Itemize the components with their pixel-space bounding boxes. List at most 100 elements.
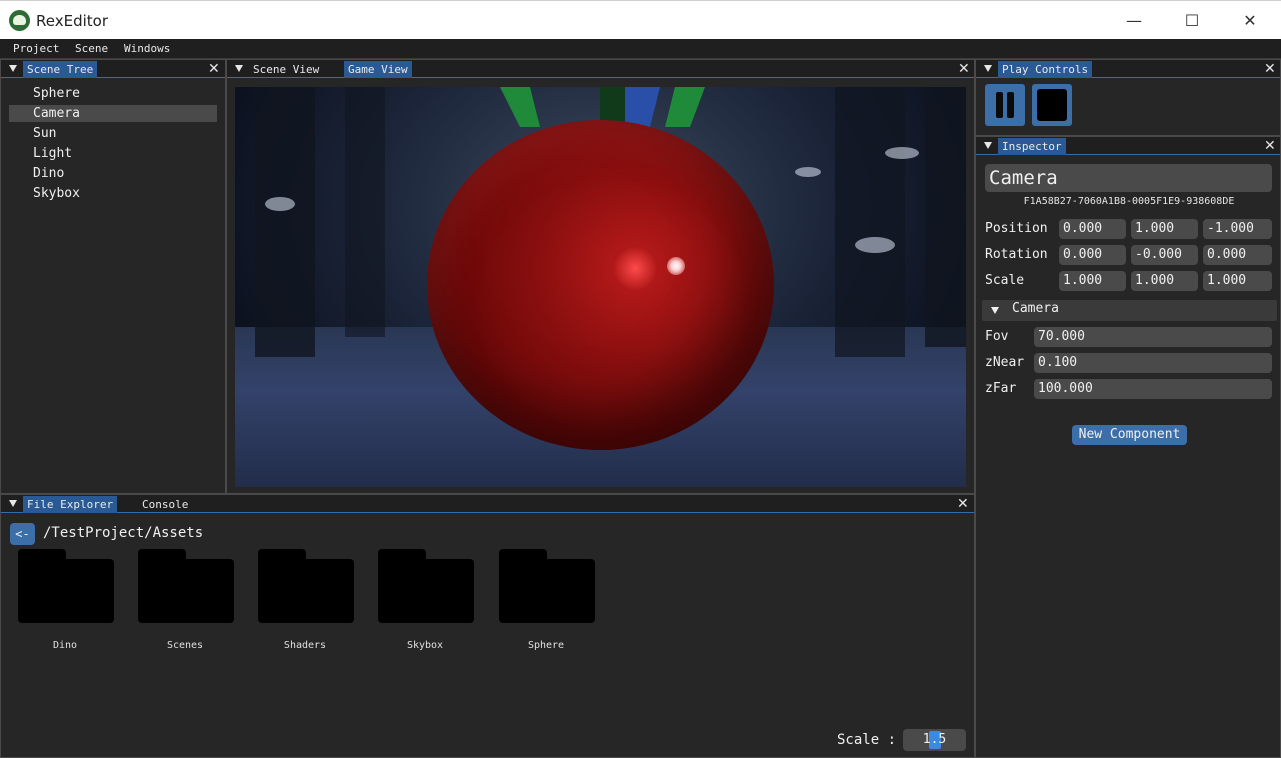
maximize-button[interactable]: ☐ — [1163, 1, 1221, 40]
snow-clump — [795, 167, 821, 177]
folder-scenes[interactable] — [138, 549, 234, 625]
snow-clump — [855, 237, 895, 253]
camera-component-header[interactable]: Camera — [982, 300, 1277, 321]
tab-file-explorer[interactable]: File Explorer — [23, 496, 118, 513]
menu-windows[interactable]: Windows — [124, 42, 170, 55]
folder-skybox[interactable] — [378, 549, 474, 625]
folder-label: Dino — [52, 640, 78, 651]
collapse-triangle-icon[interactable] — [984, 65, 992, 72]
play-controls-header: Play Controls ✕ — [976, 60, 1280, 78]
red-sphere — [427, 120, 774, 450]
rotation-x-field[interactable]: 0.000 — [1059, 245, 1126, 265]
folder-icon — [18, 559, 114, 623]
folder-icon — [499, 559, 595, 623]
expand-triangle-icon — [991, 307, 999, 314]
close-icon[interactable]: ✕ — [958, 60, 970, 78]
new-component-button[interactable]: New Component — [1072, 425, 1187, 445]
folder-label: Scenes — [166, 640, 204, 651]
position-z-field[interactable]: -1.000 — [1203, 219, 1272, 239]
folder-dino[interactable] — [18, 549, 114, 625]
close-button[interactable]: ✕ — [1221, 1, 1279, 40]
scene-tree-panel: Scene Tree ✕ Sphere Camera Sun Light Din… — [0, 59, 226, 494]
scale-x-field[interactable]: 1.000 — [1059, 271, 1126, 291]
scale-value: 1.5 — [922, 732, 947, 747]
current-path: /TestProject/Assets — [43, 525, 204, 541]
znear-field[interactable]: 0.100 — [1034, 353, 1272, 373]
game-view-canvas[interactable] — [235, 87, 966, 487]
position-x-field[interactable]: 0.000 — [1059, 219, 1126, 239]
zfar-field[interactable]: 100.000 — [1034, 379, 1272, 399]
scale-z-field[interactable]: 1.000 — [1203, 271, 1272, 291]
specular-highlight — [667, 257, 685, 275]
folder-icon — [378, 559, 474, 623]
inspector-panel: Inspector ✕ Camera F1A58B27-7060A1B8-000… — [975, 136, 1281, 758]
pause-icon — [996, 92, 1003, 118]
tree-silhouette — [345, 87, 385, 337]
object-uuid: F1A58B27-7060A1B8-0005F1E9-938608DE — [1023, 196, 1235, 207]
tree-item-skybox[interactable]: Skybox — [9, 185, 217, 202]
folder-label: Sphere — [527, 640, 565, 651]
tree-item-dino[interactable]: Dino — [9, 165, 217, 182]
scene-tree-header: Scene Tree ✕ — [1, 60, 225, 78]
minimize-button[interactable]: — — [1105, 1, 1163, 40]
folder-label: Skybox — [406, 640, 444, 651]
position-label: Position — [985, 221, 1048, 236]
tree-item-light[interactable]: Light — [9, 145, 217, 162]
play-controls-panel: Play Controls ✕ — [975, 59, 1281, 136]
close-icon[interactable]: ✕ — [208, 60, 220, 78]
scale-slider[interactable]: 1.5 — [903, 729, 966, 751]
tab-inspector[interactable]: Inspector — [998, 138, 1066, 155]
menu-bar: Project Scene Windows — [0, 39, 1281, 59]
zfar-label: zFar — [985, 381, 1017, 396]
close-icon[interactable]: ✕ — [1264, 60, 1276, 78]
tree-silhouette — [835, 87, 905, 357]
position-y-field[interactable]: 1.000 — [1131, 219, 1198, 239]
collapse-triangle-icon[interactable] — [9, 65, 17, 72]
folder-shaders[interactable] — [258, 549, 354, 625]
fov-field[interactable]: 70.000 — [1034, 327, 1272, 347]
window-title: RexEditor — [36, 12, 108, 30]
scale-y-field[interactable]: 1.000 — [1131, 271, 1198, 291]
stop-button[interactable] — [1032, 84, 1072, 126]
menu-scene[interactable]: Scene — [75, 42, 108, 55]
tab-console[interactable]: Console — [138, 496, 192, 513]
folder-sphere[interactable] — [499, 549, 595, 625]
rotation-z-field[interactable]: 0.000 — [1203, 245, 1272, 265]
close-icon[interactable]: ✕ — [1264, 137, 1276, 155]
collapse-triangle-icon[interactable] — [235, 65, 243, 72]
rotation-y-field[interactable]: -0.000 — [1131, 245, 1198, 265]
folder-label: Shaders — [283, 640, 327, 651]
app-logo-icon — [9, 10, 30, 31]
inspector-header: Inspector ✕ — [976, 137, 1280, 155]
tab-game-view[interactable]: Game View — [344, 61, 412, 78]
component-title: Camera — [1012, 301, 1059, 316]
folder-icon — [138, 559, 234, 623]
tree-silhouette — [925, 87, 966, 347]
viewport-panel: Scene View Game View ✕ — [226, 59, 975, 494]
tree-item-sphere[interactable]: Sphere — [9, 85, 217, 102]
rotation-label: Rotation — [985, 247, 1048, 262]
stop-icon — [1037, 89, 1067, 121]
pause-icon-bar — [1007, 92, 1014, 118]
object-name-field[interactable]: Camera — [985, 164, 1272, 192]
collapse-triangle-icon[interactable] — [984, 142, 992, 149]
collapse-triangle-icon[interactable] — [9, 500, 17, 507]
tab-play-controls[interactable]: Play Controls — [998, 61, 1093, 78]
pause-button[interactable] — [985, 84, 1025, 126]
file-explorer-panel: File Explorer Console ✕ <- /TestProject/… — [0, 494, 975, 758]
scale-label: Scale — [985, 273, 1025, 288]
fov-label: Fov — [985, 329, 1009, 344]
scale-slider-label: Scale : — [837, 732, 897, 748]
tree-item-camera[interactable]: Camera — [9, 105, 217, 122]
close-icon[interactable]: ✕ — [957, 495, 969, 513]
tab-scene-view[interactable]: Scene View — [249, 61, 323, 78]
snow-clump — [885, 147, 919, 159]
menu-project[interactable]: Project — [13, 42, 59, 55]
tree-silhouette — [255, 87, 315, 357]
tree-item-sun[interactable]: Sun — [9, 125, 217, 142]
folder-icon — [258, 559, 354, 623]
tab-scene-tree[interactable]: Scene Tree — [23, 61, 98, 78]
back-button[interactable]: <- — [10, 523, 35, 545]
znear-label: zNear — [985, 355, 1025, 370]
title-bar: RexEditor — ☐ ✕ — [0, 0, 1281, 39]
